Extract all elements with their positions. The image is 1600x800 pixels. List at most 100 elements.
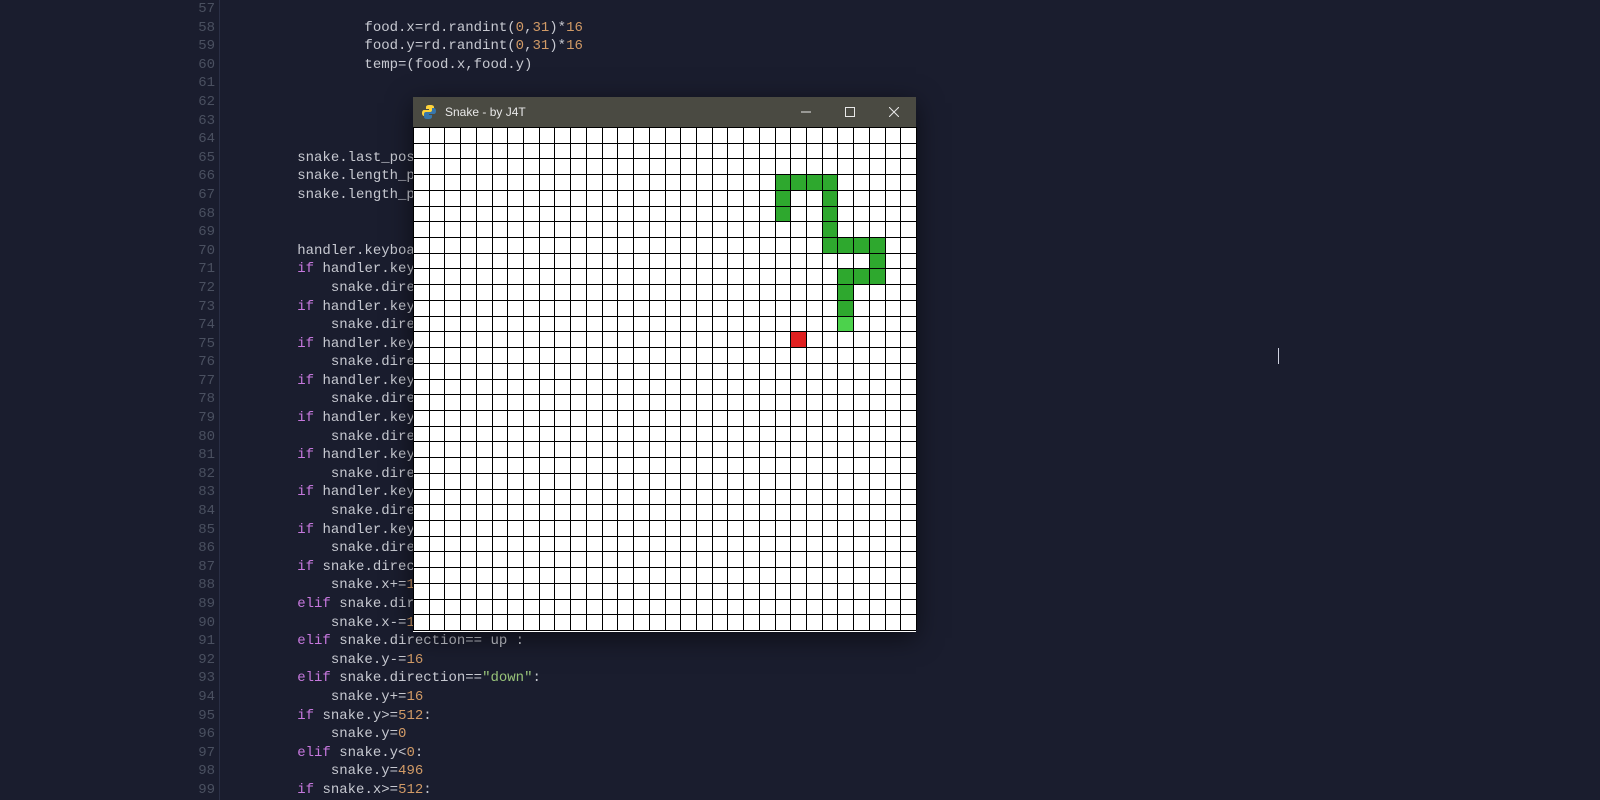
code-line[interactable]: snake.y+=16 xyxy=(230,688,583,707)
grid-line xyxy=(413,441,916,442)
line-number: 90 xyxy=(155,614,215,633)
code-line[interactable]: if snake.y>=512: xyxy=(230,707,583,726)
grid-line xyxy=(413,567,916,568)
snake-segment xyxy=(823,222,838,237)
grid-line xyxy=(869,127,870,630)
code-line[interactable]: elif snake.direction== up : xyxy=(230,632,583,651)
grid-line xyxy=(413,599,916,600)
grid-line xyxy=(413,457,916,458)
grid-line xyxy=(727,127,728,630)
grid-line xyxy=(853,127,854,630)
grid-line xyxy=(743,127,744,630)
line-number: 65 xyxy=(155,149,215,168)
maximize-button[interactable] xyxy=(828,97,872,127)
grid-line xyxy=(413,551,916,552)
line-number: 84 xyxy=(155,502,215,521)
line-number: 81 xyxy=(155,446,215,465)
snake-segment xyxy=(823,238,838,253)
snake-segment xyxy=(791,175,806,190)
snake-segment xyxy=(870,238,885,253)
snake-segment xyxy=(838,285,853,300)
grid-line xyxy=(413,583,916,584)
line-number: 96 xyxy=(155,725,215,744)
line-number: 71 xyxy=(155,260,215,279)
window-title: Snake - by J4T xyxy=(445,105,784,119)
grid-line xyxy=(759,127,760,630)
snake-segment xyxy=(854,238,869,253)
food xyxy=(791,332,806,347)
snake-segment xyxy=(854,269,869,284)
game-canvas[interactable] xyxy=(413,127,916,630)
code-line[interactable]: food.y=rd.randint(0,31)*16 xyxy=(230,37,583,56)
snake-segment xyxy=(807,175,822,190)
line-number: 74 xyxy=(155,316,215,335)
line-number: 57 xyxy=(155,0,215,19)
grid-line xyxy=(413,410,916,411)
line-number: 63 xyxy=(155,112,215,131)
text-cursor xyxy=(1278,348,1279,364)
code-line[interactable]: snake.y=496 xyxy=(230,762,583,781)
line-number: 62 xyxy=(155,93,215,112)
grid-line xyxy=(413,473,916,474)
code-line[interactable]: elif snake.direction=="down": xyxy=(230,669,583,688)
grid-line xyxy=(413,489,916,490)
line-number: 75 xyxy=(155,335,215,354)
snake-segment xyxy=(838,301,853,316)
grid-line xyxy=(413,630,916,631)
grid-line xyxy=(806,127,807,630)
grid-line xyxy=(413,504,916,505)
snake-segment xyxy=(838,269,853,284)
line-number: 64 xyxy=(155,130,215,149)
code-line[interactable]: snake.y-=16 xyxy=(230,651,583,670)
line-number: 93 xyxy=(155,669,215,688)
window-titlebar[interactable]: Snake - by J4T xyxy=(413,97,916,127)
snake-segment xyxy=(823,191,838,206)
gutter-border xyxy=(219,0,220,800)
code-line[interactable]: snake.y=0 xyxy=(230,725,583,744)
line-number: 58 xyxy=(155,19,215,38)
line-number: 87 xyxy=(155,558,215,577)
grid-line xyxy=(413,614,916,615)
snake-segment xyxy=(870,269,885,284)
snake-segment xyxy=(870,254,885,269)
code-line[interactable]: temp=(food.x,food.y) xyxy=(230,56,583,75)
line-number: 86 xyxy=(155,539,215,558)
line-number: 92 xyxy=(155,651,215,670)
line-number: 91 xyxy=(155,632,215,651)
window-buttons xyxy=(784,97,916,127)
line-number: 98 xyxy=(155,762,215,781)
snake-segment xyxy=(776,191,791,206)
line-number: 76 xyxy=(155,353,215,372)
grid-line xyxy=(413,536,916,537)
line-number: 79 xyxy=(155,409,215,428)
line-number: 69 xyxy=(155,223,215,242)
line-number: 67 xyxy=(155,186,215,205)
close-button[interactable] xyxy=(872,97,916,127)
code-line[interactable]: elif snake.y<0: xyxy=(230,744,583,763)
line-number: 88 xyxy=(155,576,215,595)
code-line[interactable]: if snake.x>=512: xyxy=(230,781,583,800)
grid-line xyxy=(837,127,838,630)
line-number: 61 xyxy=(155,74,215,93)
line-number: 77 xyxy=(155,372,215,391)
snake-segment xyxy=(823,207,838,222)
code-line[interactable] xyxy=(230,0,583,19)
line-number: 95 xyxy=(155,707,215,726)
line-number: 85 xyxy=(155,521,215,540)
game-window[interactable]: Snake - by J4T xyxy=(413,97,916,632)
grid-line xyxy=(413,379,916,380)
grid-line xyxy=(413,394,916,395)
snake-segment xyxy=(823,175,838,190)
code-line[interactable] xyxy=(230,74,583,93)
line-number: 68 xyxy=(155,205,215,224)
line-number: 70 xyxy=(155,242,215,261)
code-line[interactable]: food.x=rd.randint(0,31)*16 xyxy=(230,19,583,38)
line-number-gutter: 5758596061626364656667686970717273747576… xyxy=(155,0,215,800)
minimize-button[interactable] xyxy=(784,97,828,127)
line-number: 94 xyxy=(155,688,215,707)
line-number: 97 xyxy=(155,744,215,763)
grid-line xyxy=(790,127,791,630)
line-number: 59 xyxy=(155,37,215,56)
line-number: 66 xyxy=(155,167,215,186)
line-number: 72 xyxy=(155,279,215,298)
